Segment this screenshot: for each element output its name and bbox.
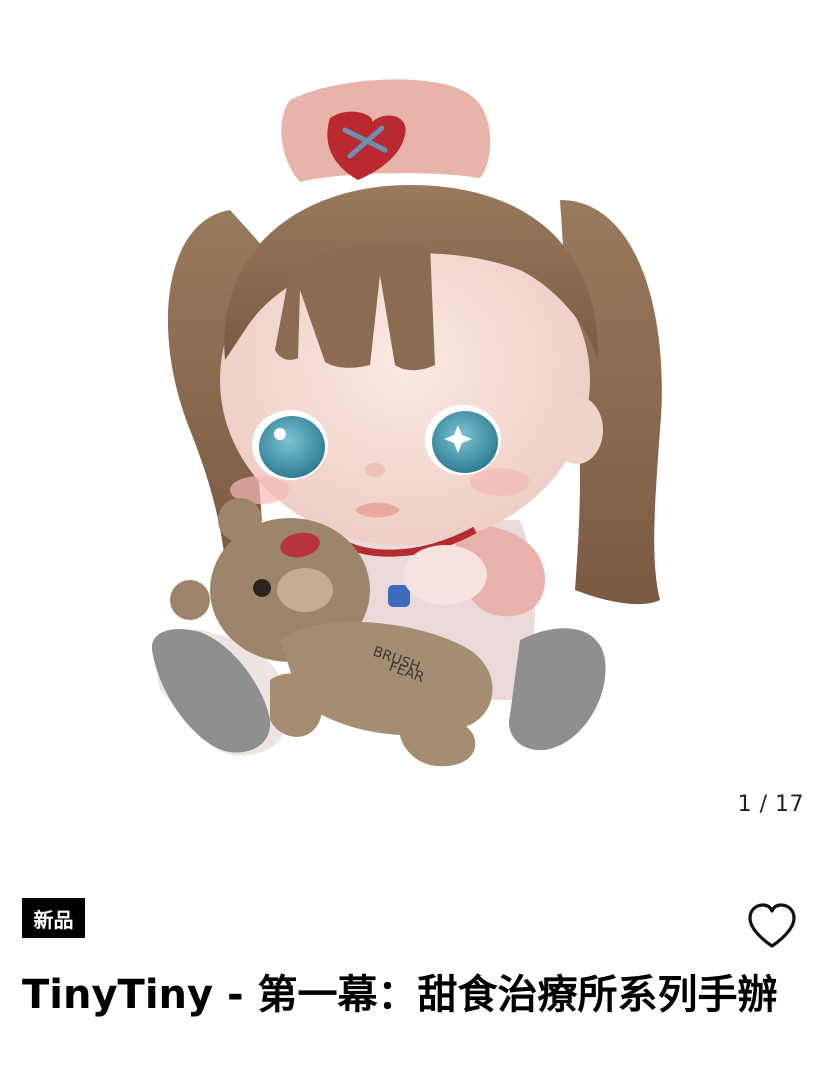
favorite-button[interactable] — [746, 902, 798, 950]
new-badge: 新品 — [22, 898, 85, 938]
image-counter: 1 / 17 — [737, 792, 804, 817]
product-figure-image[interactable]: BRUSH FEAR — [0, 0, 833, 850]
product-image-gallery[interactable]: BRUSH FEAR 1 / 17 — [0, 0, 833, 850]
heart-outline-icon — [748, 903, 796, 948]
product-title: TinyTiny - 第一幕：甜食治療所系列手辦 — [22, 972, 778, 1018]
